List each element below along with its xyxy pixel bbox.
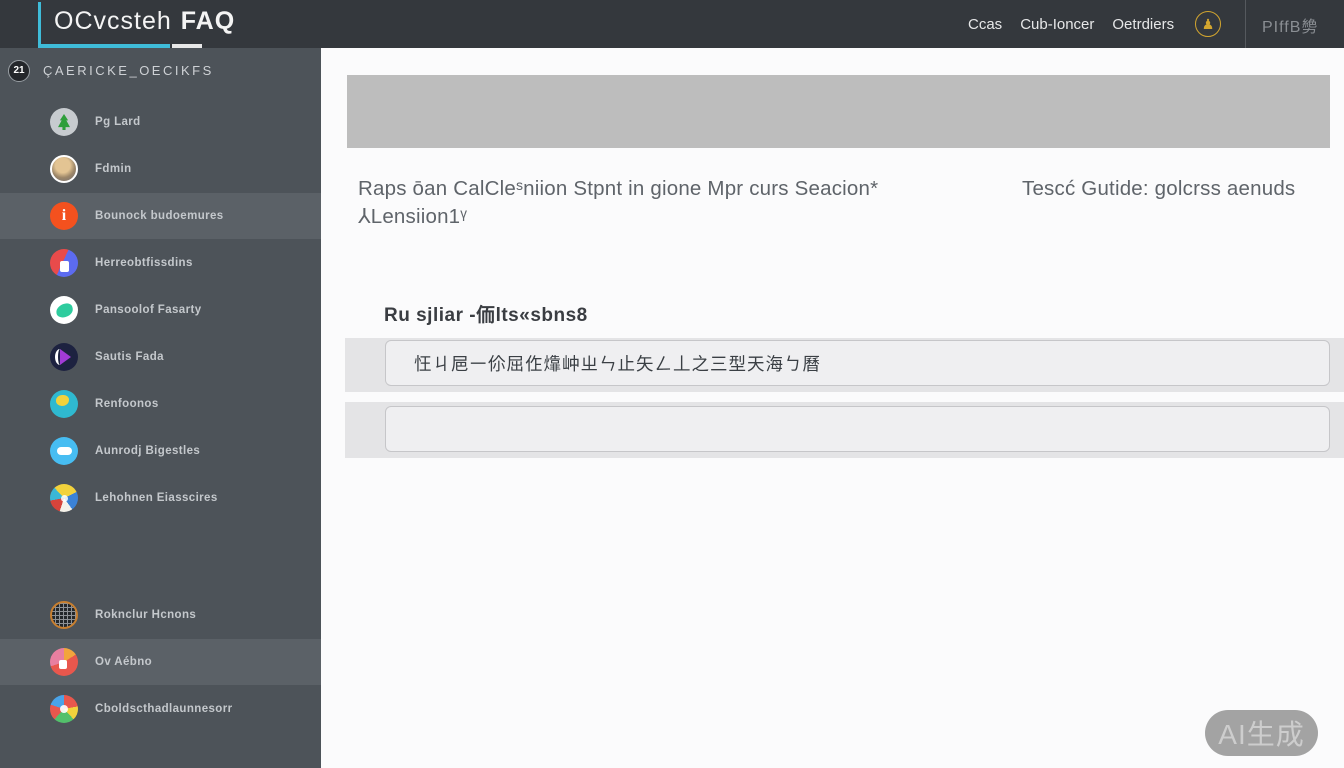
sidebar-list: Pg Lard Fdmin Bounock budoemures Herreobtfi… xyxy=(0,99,321,732)
leaf-icon xyxy=(50,296,78,324)
sidebar-item[interactable]: Sautis Fada xyxy=(0,334,321,380)
sidebar-item[interactable]: Aunrodj Bigestles xyxy=(0,428,321,474)
sidebar-header-label: ÇAERICKE_OECIKFS xyxy=(43,63,214,78)
app-logo[interactable]: OCvcsteh FAQ xyxy=(54,7,235,36)
sidebar-item[interactable]: Lehohnen Eiasscires xyxy=(0,475,321,521)
question-input-1[interactable] xyxy=(385,340,1330,386)
section-title: Ru sjliar -侕lts«sbns8 xyxy=(384,300,588,327)
split-icon xyxy=(50,249,78,277)
logo-suffix: FAQ xyxy=(181,7,235,35)
sidebar-item[interactable]: Roknclur Hcnons xyxy=(0,592,321,638)
topbar-divider xyxy=(1245,0,1246,48)
pie-icon xyxy=(50,648,78,676)
app-window: OCvcsteh FAQ Ccas Cub-Ioncer Oetrdiers ♟ PI… xyxy=(0,0,1344,768)
sidebar-item[interactable]: Cboldscthadlaunnesorr xyxy=(0,686,321,732)
sidebar-item-label: Lehohnen Eiasscires xyxy=(95,492,218,504)
logo-accent-bar xyxy=(38,2,41,44)
sidebar-item-label: Ov Aébno xyxy=(95,656,152,668)
sidebar-item-label: Cboldscthadlaunnesorr xyxy=(95,703,232,715)
sidebar-item[interactable]: Fdmin xyxy=(0,146,321,192)
tree-icon xyxy=(50,108,78,136)
wheel-icon xyxy=(50,695,78,723)
sidebar-badge-icon: 21 xyxy=(8,60,30,82)
ai-watermark: AI生成 xyxy=(1205,710,1318,756)
sidebar-item[interactable]: Bounock budoemures xyxy=(0,193,321,239)
hero-banner-placeholder xyxy=(347,75,1330,148)
topbar: OCvcsteh FAQ Ccas Cub-Ioncer Oetrdiers ♟ PI… xyxy=(0,0,1344,48)
grid-icon xyxy=(50,601,78,629)
user-badge-icon[interactable]: ♟ xyxy=(1195,11,1221,37)
sidebar-item[interactable]: Pansoolof Fasarty xyxy=(0,287,321,333)
nav-item[interactable]: Oetrdiers xyxy=(1112,16,1174,33)
question-input-2[interactable] xyxy=(385,406,1330,452)
avatar-icon xyxy=(50,155,78,183)
sidebar-item[interactable]: Renfoonos xyxy=(0,381,321,427)
sidebar-item[interactable]: Herreobtfissdins xyxy=(0,240,321,286)
topbar-badge-wrap: ♟ xyxy=(1195,0,1221,48)
sidebar-item-label: Herreobtfissdins xyxy=(95,257,193,269)
sidebar-item[interactable]: Ov Aébno xyxy=(0,639,321,685)
sidebar-item-label: Renfoonos xyxy=(95,398,159,410)
logo-name: OCvcsteh xyxy=(54,7,172,35)
sidebar-item-label: Aunrodj Bigestles xyxy=(95,445,200,457)
nav-item[interactable]: Cub-Ioncer xyxy=(1020,16,1094,33)
heading-left: Raps ōan CalCleˢniion Stpnt in gione Mpr… xyxy=(358,175,948,231)
sidebar: 21 ÇAERICKE_OECIKFS Pg Lard Fdmin Bounock … xyxy=(0,48,321,768)
sidebar-item-label: Fdmin xyxy=(95,163,132,175)
topbar-nav: Ccas Cub-Ioncer Oetrdiers xyxy=(968,0,1174,48)
ball-icon xyxy=(50,484,78,512)
play-icon xyxy=(50,343,78,371)
topbar-right-label[interactable]: PIffB㔢 xyxy=(1262,13,1318,37)
sidebar-item-label: Sautis Fada xyxy=(95,351,164,363)
globe-icon xyxy=(50,390,78,418)
cloud-icon xyxy=(50,437,78,465)
sidebar-item-label: Roknclur Hcnons xyxy=(95,609,196,621)
nav-item[interactable]: Ccas xyxy=(968,16,1002,33)
sidebar-item-label: Pg Lard xyxy=(95,116,141,128)
sidebar-header[interactable]: 21 ÇAERICKE_OECIKFS xyxy=(0,48,321,88)
heading-right: Tescć Gutide: golcrss aenuds xyxy=(1022,175,1337,203)
sidebar-item[interactable]: Pg Lard xyxy=(0,99,321,145)
info-icon xyxy=(50,202,78,230)
sidebar-item-label: Bounock budoemures xyxy=(95,210,224,222)
sidebar-item-label: Pansoolof Fasarty xyxy=(95,304,202,316)
